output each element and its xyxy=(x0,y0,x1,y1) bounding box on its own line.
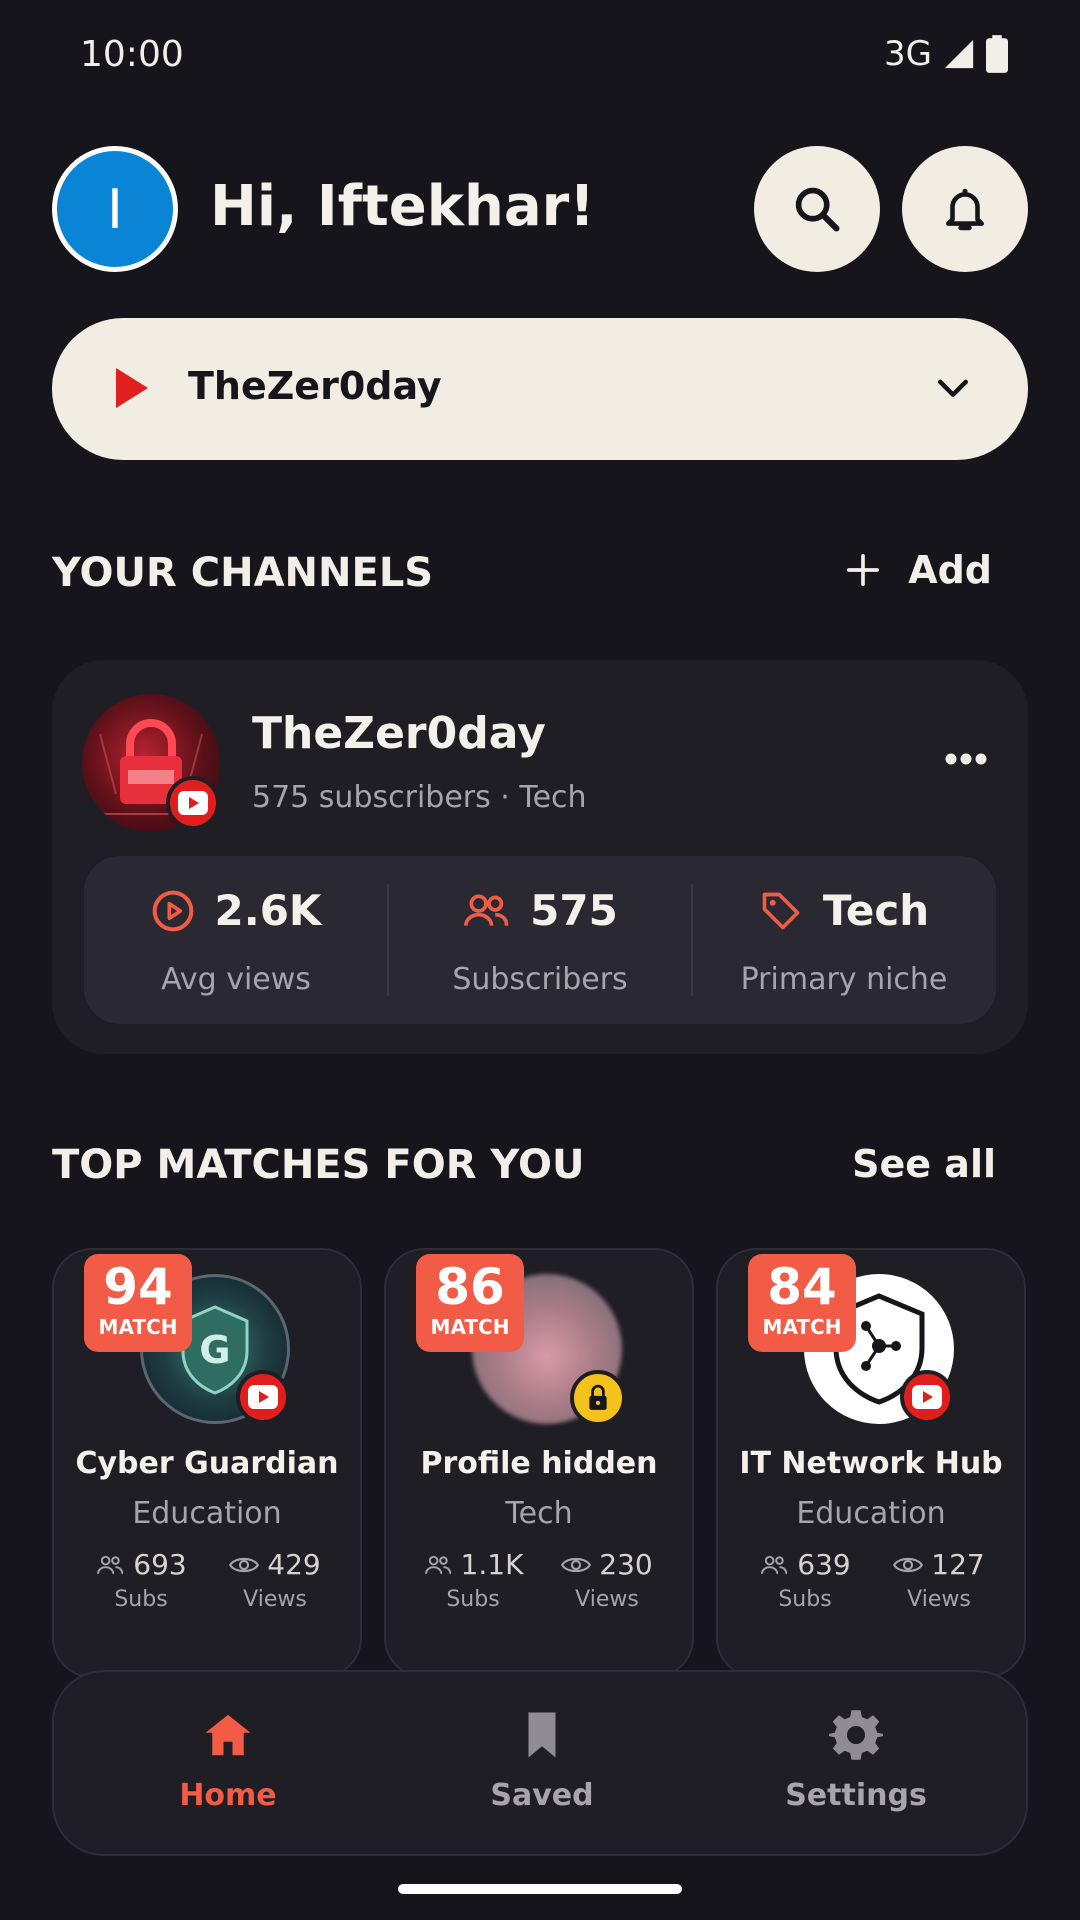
tag-icon xyxy=(762,892,800,929)
subs-value: 693 xyxy=(133,1548,187,1581)
search-button[interactable] xyxy=(754,146,880,272)
match-name: IT Network Hub xyxy=(739,1446,1003,1481)
bookmark-icon xyxy=(528,1712,556,1758)
stat-subscribers: 575 Subscribers xyxy=(388,856,692,1024)
match-name: Profile hidden xyxy=(420,1446,658,1481)
views-value: 127 xyxy=(931,1548,985,1581)
views-label: Views xyxy=(243,1587,307,1612)
nav-label: Saved xyxy=(490,1778,594,1813)
your-channels-title: YOUR CHANNELS xyxy=(52,550,434,596)
nav-item-saved[interactable]: Saved xyxy=(442,1708,642,1813)
top-matches-title: TOP MATCHES FOR YOU xyxy=(52,1142,585,1188)
subs-value: 639 xyxy=(797,1548,851,1581)
youtube-icon xyxy=(900,1370,954,1424)
match-subs: 1.1K Subs xyxy=(408,1548,538,1612)
chevron-down-icon xyxy=(937,379,969,397)
match-views: 429 Views xyxy=(210,1548,340,1612)
avatar[interactable]: I xyxy=(52,146,178,272)
eye-icon xyxy=(893,1557,924,1572)
stat-label: Primary niche xyxy=(740,962,948,997)
greeting: Hi, Iftekhar! xyxy=(210,174,595,239)
match-card[interactable]: 84 MATCH IT Network Hub Education 639 Su… xyxy=(716,1248,1026,1678)
users-icon xyxy=(97,1555,124,1574)
views-value: 230 xyxy=(599,1548,653,1581)
nav-item-home[interactable]: Home xyxy=(128,1708,328,1813)
svg-text:G: G xyxy=(199,1328,230,1372)
subs-label: Subs xyxy=(446,1587,500,1612)
status-indicators: 3G xyxy=(884,34,1008,74)
battery-icon xyxy=(986,35,1008,73)
stat-label: Avg views xyxy=(161,962,311,997)
match-niche: Education xyxy=(796,1496,946,1531)
play-circle-icon xyxy=(152,890,193,931)
views-value: 429 xyxy=(267,1548,321,1581)
add-channel-button[interactable]: Add xyxy=(846,548,992,592)
users-icon xyxy=(464,894,509,926)
match-views: 127 Views xyxy=(874,1548,1004,1612)
eye-icon xyxy=(561,1557,592,1572)
status-time: 10:00 xyxy=(80,34,184,75)
network-type: 3G xyxy=(884,34,932,74)
channel-name: TheZer0day xyxy=(252,708,546,759)
notifications-button[interactable] xyxy=(902,146,1028,272)
users-icon xyxy=(761,1555,788,1574)
bell-icon xyxy=(946,188,984,231)
views-label: Views xyxy=(575,1587,639,1612)
stat-label: Subscribers xyxy=(452,962,628,997)
eye-icon xyxy=(229,1557,260,1572)
plus-icon xyxy=(847,553,880,587)
status-bar: 10:00 3G xyxy=(0,0,1080,110)
youtube-icon xyxy=(236,1370,290,1424)
match-card[interactable]: G 94 MATCH Cyber Guardian Education 693 … xyxy=(52,1248,362,1678)
add-label: Add xyxy=(908,548,992,592)
subs-label: Subs xyxy=(778,1587,832,1612)
match-name: Cyber Guardian xyxy=(75,1446,339,1481)
match-score-badge: 84 MATCH xyxy=(748,1254,856,1352)
nav-label: Settings xyxy=(785,1778,927,1813)
channel-card[interactable]: TheZer0day 575 subscribers · Tech 2.6K A… xyxy=(52,660,1028,1054)
more-options-icon[interactable] xyxy=(944,752,988,766)
subs-value: 1.1K xyxy=(460,1548,524,1581)
stat-value: 2.6K xyxy=(214,886,322,935)
nav-label: Home xyxy=(179,1778,277,1813)
signal-icon xyxy=(944,39,974,69)
match-score: 86 xyxy=(435,1258,505,1316)
match-label: MATCH xyxy=(762,1315,842,1339)
home-indicator[interactable] xyxy=(398,1884,682,1894)
channel-meta: 575 subscribers · Tech xyxy=(252,780,587,815)
match-score: 94 xyxy=(103,1258,173,1316)
match-label: MATCH xyxy=(98,1315,178,1339)
match-niche: Tech xyxy=(505,1496,573,1531)
channel-selector-dropdown[interactable]: TheZer0day xyxy=(52,318,1028,460)
avatar-letter: I xyxy=(107,177,123,241)
match-score-badge: 86 MATCH xyxy=(416,1254,524,1352)
match-label: MATCH xyxy=(430,1315,510,1339)
youtube-icon xyxy=(166,776,220,830)
lock-icon xyxy=(570,1370,626,1426)
stat-avg-views: 2.6K Avg views xyxy=(84,856,388,1024)
match-card[interactable]: 86 MATCH Profile hidden Tech 1.1K Subs 2… xyxy=(384,1248,694,1678)
stat-value: 575 xyxy=(530,886,618,935)
users-icon xyxy=(424,1555,451,1574)
header: I Hi, Iftekhar! xyxy=(52,146,1028,272)
subs-label: Subs xyxy=(114,1587,168,1612)
gear-icon xyxy=(829,1710,883,1760)
selected-channel-label: TheZer0day xyxy=(188,364,442,408)
match-views: 230 Views xyxy=(542,1548,672,1612)
home-icon xyxy=(205,1714,251,1756)
match-niche: Education xyxy=(132,1496,282,1531)
views-label: Views xyxy=(907,1587,971,1612)
nav-item-settings[interactable]: Settings xyxy=(756,1708,956,1813)
match-subs: 639 Subs xyxy=(740,1548,870,1612)
stat-primary-niche: Tech Primary niche xyxy=(692,856,996,1024)
see-all-link[interactable]: See all xyxy=(852,1142,996,1186)
stat-value: Tech xyxy=(822,886,930,935)
play-icon xyxy=(116,368,148,408)
match-subs: 693 Subs xyxy=(76,1548,206,1612)
channel-stats: 2.6K Avg views 575 Subscribers Tech Prim… xyxy=(84,856,996,1024)
match-score-badge: 94 MATCH xyxy=(84,1254,192,1352)
match-score: 84 xyxy=(767,1258,837,1316)
search-icon xyxy=(795,187,840,232)
bottom-nav: Home Saved Settings xyxy=(52,1670,1028,1856)
